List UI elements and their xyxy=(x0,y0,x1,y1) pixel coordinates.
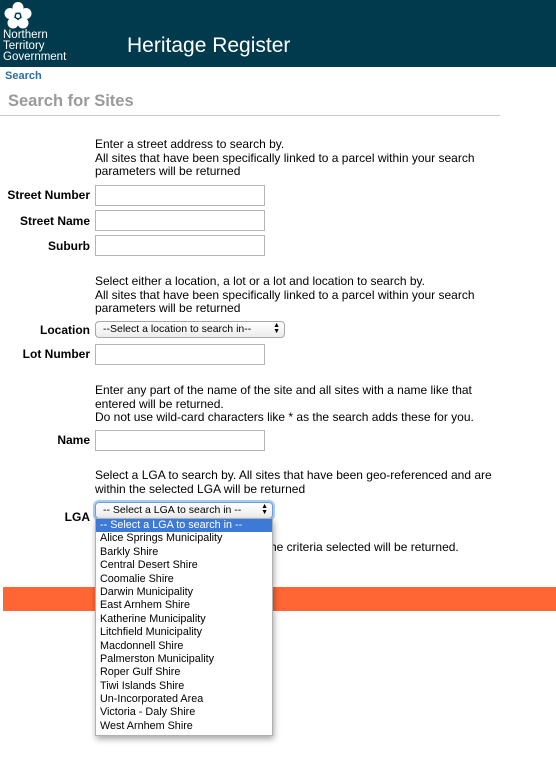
lga-option[interactable]: Tiwi Islands Shire xyxy=(96,680,272,693)
up-down-arrows-icon: ▲ ▼ xyxy=(273,322,280,335)
location-instructions: Select either a location, a lot or a lot… xyxy=(95,274,495,316)
lga-option[interactable]: Coomalie Shire xyxy=(96,573,272,586)
lga-option[interactable]: East Arnhem Shire xyxy=(96,599,272,612)
lga-option[interactable]: Barkly Shire xyxy=(96,546,272,559)
lga-instructions: Select a LGA to search by. All sites tha… xyxy=(95,468,495,496)
up-down-arrows-icon: ▲ ▼ xyxy=(261,503,268,516)
street-number-input[interactable] xyxy=(95,185,265,206)
lga-option[interactable]: West Arnhem Shire xyxy=(96,720,272,733)
lga-option[interactable]: Alice Springs Municipality xyxy=(96,532,272,545)
instruction-text: Select either a location, a lot or a lot… xyxy=(95,274,425,288)
location-select-value: --Select a location to search in-- xyxy=(103,323,252,335)
lga-option[interactable]: Victoria - Daly Shire xyxy=(96,706,272,719)
title-divider xyxy=(0,115,500,116)
lga-option[interactable]: Katherine Municipality xyxy=(96,613,272,626)
page-title: Search for Sites xyxy=(8,92,134,110)
instruction-text: Enter a street address to search by. xyxy=(95,137,285,151)
breadcrumb-search-link[interactable]: Search xyxy=(5,70,42,82)
lga-option[interactable]: Palmerston Municipality xyxy=(96,653,272,666)
instruction-text: Select a LGA to search by. All sites tha… xyxy=(95,468,492,496)
lga-option[interactable]: Roper Gulf Shire xyxy=(96,666,272,679)
instruction-text: All sites that have been specifically li… xyxy=(95,150,475,178)
lga-select-value: -- Select a LGA to search in -- xyxy=(103,504,242,516)
location-select[interactable]: --Select a location to search in-- ▲ ▼ xyxy=(95,321,285,338)
street-number-label: Street Number xyxy=(7,188,90,202)
nt-flower-logo-icon xyxy=(4,2,32,29)
lot-number-label: Lot Number xyxy=(22,347,90,361)
instruction-text: Enter any part of the name of the site a… xyxy=(95,383,472,411)
lga-option[interactable]: Un-Incorporated Area xyxy=(96,693,272,706)
lga-option[interactable]: -- Select a LGA to search in -- xyxy=(96,519,272,533)
suburb-label: Suburb xyxy=(48,239,90,253)
suburb-input[interactable] xyxy=(95,235,265,256)
footer-orange-bar xyxy=(3,587,556,611)
instruction-text: Do not use wild-card characters like * a… xyxy=(95,410,474,424)
name-input[interactable] xyxy=(95,430,265,451)
lga-option[interactable]: Darwin Municipality xyxy=(96,586,272,599)
site-header: Northern Territory Government Heritage R… xyxy=(0,0,556,67)
logo-text: Northern Territory Government xyxy=(3,29,83,63)
street-name-input[interactable] xyxy=(95,210,265,231)
lga-results-note: he criteria selected will be returned. xyxy=(270,540,459,554)
lga-dropdown-list[interactable]: -- Select a LGA to search in -- Alice Sp… xyxy=(95,518,273,736)
street-instructions: Enter a street address to search by. All… xyxy=(95,137,495,179)
logo-line: Government xyxy=(3,51,67,63)
name-instructions: Enter any part of the name of the site a… xyxy=(95,383,495,425)
location-label: Location xyxy=(40,323,90,337)
lga-option[interactable]: Litchfield Municipality xyxy=(96,626,272,639)
instruction-text: All sites that have been specifically li… xyxy=(95,287,475,315)
lot-number-input[interactable] xyxy=(95,344,265,365)
lga-option[interactable]: Central Desert Shire xyxy=(96,559,272,572)
app-title: Heritage Register xyxy=(127,34,291,57)
name-label: Name xyxy=(57,433,90,447)
street-name-label: Street Name xyxy=(19,214,90,228)
lga-select[interactable]: -- Select a LGA to search in -- ▲ ▼ xyxy=(95,502,273,519)
lga-label: LGA xyxy=(64,510,90,524)
lga-option[interactable]: Macdonnell Shire xyxy=(96,640,272,653)
